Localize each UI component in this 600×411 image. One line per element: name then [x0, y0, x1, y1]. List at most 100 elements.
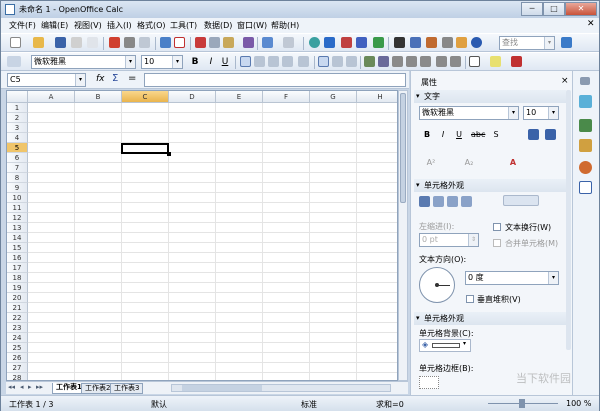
column-header-g[interactable]: G [310, 91, 357, 103]
name-box-dropdown-icon[interactable]: ▾ [75, 74, 85, 86]
align-right-icon[interactable] [268, 56, 279, 67]
maximize-button[interactable]: □ [543, 2, 565, 16]
subscript-icon[interactable]: A₂ [459, 157, 479, 170]
help-icon[interactable] [471, 37, 482, 48]
chart-icon[interactable] [373, 37, 384, 48]
sort-asc-icon[interactable] [341, 37, 352, 48]
sidebar-font-dropdown-icon[interactable]: ▾ [508, 107, 518, 119]
indent-spinner[interactable]: 0 pt ⇕ [419, 233, 479, 247]
close-window-button[interactable]: ✕ [565, 2, 597, 16]
fill-handle[interactable] [167, 152, 171, 156]
navigator-deck-icon[interactable] [579, 161, 592, 174]
sidebar-bold-button[interactable]: B [420, 129, 434, 142]
row-header-1[interactable]: 1 [7, 103, 28, 113]
row-header-3[interactable]: 3 [7, 123, 28, 133]
select-all-corner[interactable] [7, 91, 28, 103]
merge-icon[interactable] [298, 56, 309, 67]
row-header-28[interactable]: 28 [7, 373, 28, 380]
row-header-2[interactable]: 2 [7, 113, 28, 123]
text-direction-dial[interactable] [419, 267, 455, 303]
menu-file[interactable]: 文件(F) [9, 20, 36, 31]
number-format-icon[interactable] [392, 56, 403, 67]
row-header-25[interactable]: 25 [7, 343, 28, 353]
column-header-b[interactable]: B [75, 91, 122, 103]
row-header-20[interactable]: 20 [7, 293, 28, 303]
borders-icon[interactable] [469, 56, 480, 67]
row-header-14[interactable]: 14 [7, 233, 28, 243]
cell-bg-picker[interactable]: ◈ ▾ [419, 339, 471, 352]
angle-dropdown-icon[interactable]: ▾ [548, 272, 558, 284]
menu-view[interactable]: 视图(V) [74, 20, 102, 31]
gallery-deck-icon[interactable] [579, 139, 592, 152]
menu-insert[interactable]: 插入(I) [107, 20, 132, 31]
background-color-icon[interactable] [490, 56, 501, 67]
function-icon[interactable]: = [128, 73, 136, 84]
row-header-8[interactable]: 8 [7, 173, 28, 183]
minimize-button[interactable]: ─ [521, 2, 543, 16]
italic-button[interactable]: I [205, 56, 217, 68]
row-header-11[interactable]: 11 [7, 203, 28, 213]
hscroll-thumb[interactable] [182, 385, 262, 391]
sidebar-align-right-icon[interactable] [447, 196, 458, 207]
save-icon[interactable] [55, 37, 66, 48]
clone-format-icon[interactable] [243, 37, 254, 48]
zoom-slider-thumb[interactable] [519, 399, 525, 408]
row-header-10[interactable]: 10 [7, 193, 28, 203]
zoom-icon[interactable] [456, 37, 467, 48]
row-header-6[interactable]: 6 [7, 153, 28, 163]
close-doc-icon[interactable]: ✕ [587, 19, 595, 29]
menu-data[interactable]: 数据(D) [204, 20, 232, 31]
sidebar-justify-icon[interactable] [461, 196, 472, 207]
appearance-section-header[interactable]: 单元格外观 [414, 312, 566, 325]
increase-indent-icon[interactable] [450, 56, 461, 67]
percent-icon[interactable] [378, 56, 389, 67]
decrease-indent-icon[interactable] [436, 56, 447, 67]
row-header-23[interactable]: 23 [7, 323, 28, 333]
size-dropdown-icon[interactable]: ▾ [172, 56, 182, 68]
paste-icon[interactable] [223, 37, 234, 48]
grow-font-icon[interactable] [528, 129, 539, 140]
row-header-9[interactable]: 9 [7, 183, 28, 193]
sidebar-italic-button[interactable]: I [436, 129, 450, 142]
align-bottom-icon[interactable] [346, 56, 357, 67]
wrap-text-checkbox[interactable] [493, 223, 501, 231]
currency-icon[interactable] [364, 56, 375, 67]
sidebar-size-dropdown-icon[interactable]: ▾ [548, 107, 558, 119]
edit-file-icon[interactable] [87, 37, 98, 48]
row-header-16[interactable]: 16 [7, 253, 28, 263]
find-dropdown-icon[interactable]: ▾ [544, 37, 554, 49]
row-header-17[interactable]: 17 [7, 263, 28, 273]
bold-button[interactable]: B [189, 56, 201, 68]
align-section-header[interactable]: 单元格外观 [414, 179, 566, 192]
align-center-icon[interactable] [254, 56, 265, 67]
column-header-d[interactable]: D [169, 91, 216, 103]
gallery-icon[interactable] [426, 37, 437, 48]
styles-icon[interactable] [7, 56, 21, 67]
open-folder-icon[interactable] [33, 37, 44, 48]
column-header-f[interactable]: F [263, 91, 310, 103]
tab-sheet3[interactable]: 工作表3 [110, 383, 144, 394]
vscroll-thumb[interactable] [400, 93, 406, 203]
row-header-15[interactable]: 15 [7, 243, 28, 253]
sidebar-underline-button[interactable]: U [452, 129, 466, 142]
menu-tools[interactable]: 工具(T) [170, 20, 197, 31]
zoom-slider[interactable] [488, 399, 558, 408]
function-wizard-icon[interactable]: fx [96, 74, 105, 84]
find-replace-icon[interactable] [394, 37, 405, 48]
align-left-icon[interactable] [240, 56, 251, 67]
row-header-5[interactable]: 5 [7, 143, 28, 153]
vertical-stack-checkbox[interactable] [466, 295, 474, 303]
new-doc-icon[interactable] [10, 37, 21, 48]
shrink-font-icon[interactable] [545, 129, 556, 140]
print-icon[interactable] [124, 37, 135, 48]
undo-icon[interactable] [262, 37, 273, 48]
navigator-icon[interactable] [410, 37, 421, 48]
shadow-icon[interactable]: S [489, 129, 503, 142]
tab-nav-prev-icon[interactable]: ◂ [20, 383, 24, 391]
sidebar-align-center-icon[interactable] [433, 196, 444, 207]
delete-decimal-icon[interactable] [420, 56, 431, 67]
styles-deck-icon[interactable] [579, 119, 592, 132]
row-header-26[interactable]: 26 [7, 353, 28, 363]
merge-cells-checkbox[interactable] [493, 239, 501, 247]
functions-deck-icon[interactable] [579, 181, 592, 194]
